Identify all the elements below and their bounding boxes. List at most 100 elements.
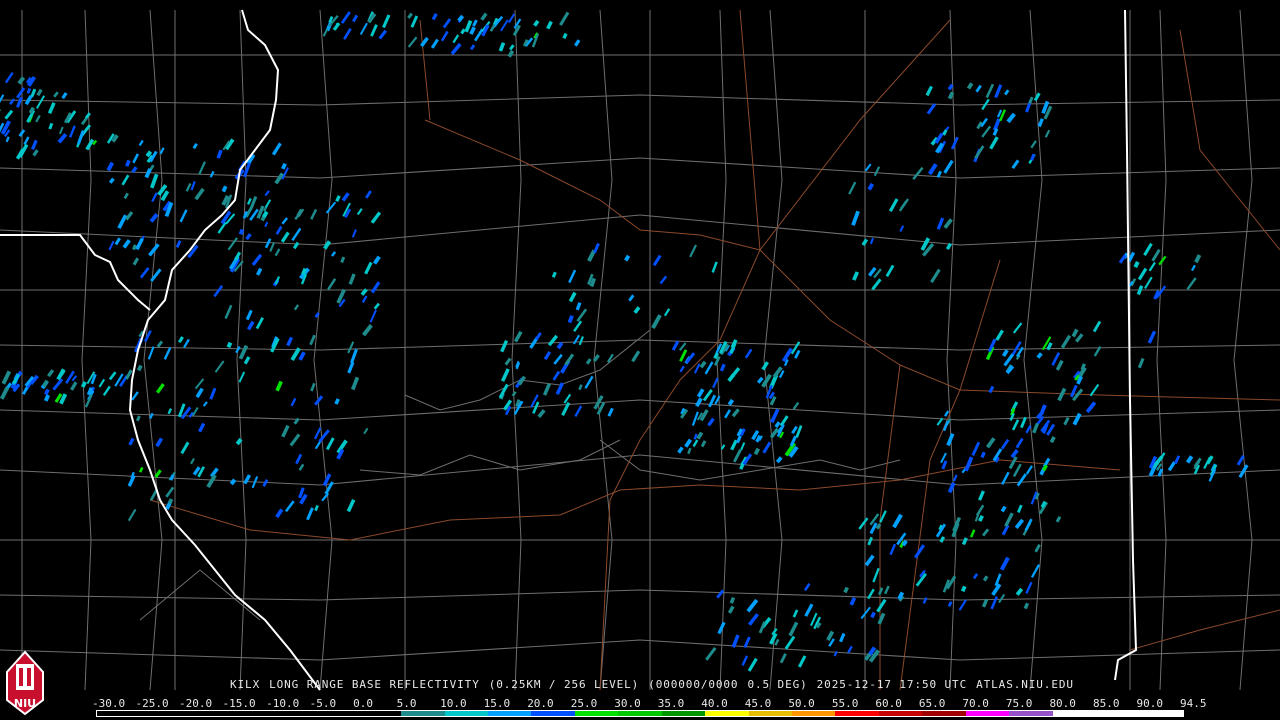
echo-pixel	[700, 440, 707, 448]
echo-pixel	[264, 190, 270, 197]
echo-pixel	[1063, 416, 1070, 426]
echo-pixel	[507, 49, 515, 58]
scale-swatch	[878, 711, 923, 716]
echo-pixel	[125, 159, 131, 167]
echo-pixel	[572, 334, 581, 345]
echo-pixel	[1236, 455, 1245, 466]
reflectivity-echoes	[0, 11, 1249, 672]
echo-pixel	[892, 513, 903, 529]
echo-pixel	[135, 237, 144, 251]
echo-pixel	[708, 394, 717, 408]
echo-pixel	[132, 257, 140, 266]
volume-code: (000000/0000	[648, 678, 739, 691]
county-line	[593, 9, 613, 691]
echo-pixel	[878, 587, 884, 596]
echo-pixel	[224, 304, 233, 320]
scale-swatch	[444, 711, 488, 716]
echo-pixel	[513, 330, 523, 343]
echo-pixel	[1055, 359, 1064, 371]
echo-pixel	[325, 201, 337, 214]
echo-pixel	[136, 364, 143, 372]
echo-pixel	[431, 12, 438, 21]
echo-pixel	[442, 18, 452, 29]
echo-pixel	[564, 353, 575, 366]
scale-tick-label: 70.0	[962, 697, 989, 710]
echo-pixel	[155, 383, 165, 394]
echo-pixel	[31, 139, 38, 150]
echo-pixel	[293, 417, 300, 425]
echo-pixel	[740, 442, 746, 451]
echo-pixel	[185, 182, 192, 192]
echo-pixel	[1016, 473, 1027, 487]
product-name: LONG RANGE BASE REFLECTIVITY	[269, 678, 480, 691]
echo-pixel	[4, 109, 14, 120]
echo-pixel	[685, 352, 696, 364]
echo-pixel	[1071, 328, 1079, 338]
echo-pixel	[347, 341, 355, 354]
scale-tick-label: 55.0	[831, 697, 859, 710]
echo-pixel	[348, 273, 356, 285]
echo-pixel	[791, 425, 798, 434]
echo-pixel	[255, 267, 263, 276]
echo-pixel	[310, 382, 316, 392]
echo-pixel	[779, 653, 787, 664]
echo-pixel	[202, 401, 208, 407]
echo-pixel	[899, 225, 905, 232]
echo-pixel	[149, 173, 159, 189]
echo-pixel	[1057, 387, 1067, 402]
echo-pixel	[1049, 436, 1056, 444]
echo-pixel	[988, 385, 995, 394]
echo-pixel	[889, 543, 897, 556]
echo-pixel	[350, 348, 358, 364]
echo-pixel	[1011, 419, 1020, 431]
echo-pixel	[275, 380, 283, 392]
echo-pixel	[1190, 264, 1196, 272]
county-line	[599, 439, 901, 481]
echo-pixel	[788, 621, 799, 637]
echo-pixel	[150, 268, 162, 282]
echo-pixel	[943, 159, 954, 174]
echo-pixel	[361, 295, 368, 304]
echo-pixel	[952, 474, 958, 482]
echo-pixel	[679, 365, 685, 373]
echo-pixel	[936, 217, 945, 230]
echo-pixel	[369, 309, 377, 323]
echo-pixel	[98, 378, 106, 388]
echo-pixel	[195, 387, 204, 399]
echo-pixel	[912, 166, 924, 181]
scale-tick-label: 20.0	[527, 697, 554, 710]
echo-pixel	[43, 394, 50, 402]
echo-pixel	[852, 271, 860, 281]
scale-tick-label: 65.0	[918, 697, 946, 710]
echo-pixel	[960, 585, 967, 593]
echo-pixel	[961, 537, 968, 546]
echo-pixel	[131, 391, 139, 401]
echo-pixel	[246, 198, 252, 205]
echo-pixel	[58, 126, 64, 135]
echo-pixel	[573, 320, 583, 333]
echo-pixel	[47, 369, 55, 378]
echo-pixel	[286, 336, 294, 347]
echo-pixel	[460, 28, 466, 35]
echo-pixel	[149, 213, 159, 223]
echo-pixel	[966, 82, 974, 90]
echo-pixel	[939, 536, 946, 543]
echo-pixel	[1137, 267, 1148, 281]
echo-pixel	[574, 39, 581, 47]
echo-pixel	[356, 208, 363, 216]
echo-pixel	[472, 19, 478, 27]
scale-swatch	[661, 711, 706, 716]
echo-pixel	[717, 621, 726, 635]
echo-pixel	[209, 387, 217, 400]
echo-pixel	[926, 103, 937, 115]
echo-pixel	[364, 261, 373, 275]
echo-pixel	[280, 231, 290, 243]
echo-pixel	[1185, 455, 1194, 464]
echo-pixel	[914, 544, 925, 559]
echo-pixel	[281, 162, 287, 170]
echo-pixel	[971, 441, 981, 456]
county-line	[0, 639, 1280, 661]
highway-line	[879, 364, 901, 690]
echo-pixel	[430, 38, 439, 49]
echo-pixel	[1147, 330, 1157, 344]
